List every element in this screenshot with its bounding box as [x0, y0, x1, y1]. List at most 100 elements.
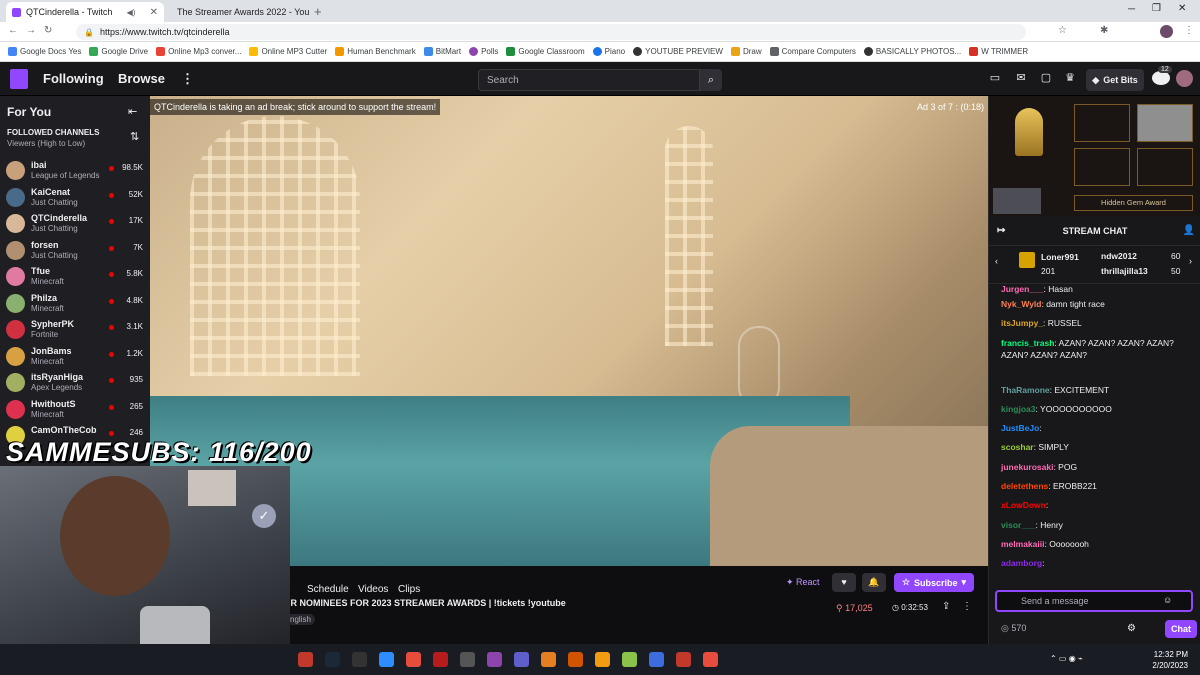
search-icon[interactable]: ⌕	[700, 69, 722, 91]
prime-icon[interactable]: ♛	[1063, 71, 1077, 85]
follow-heart-icon[interactable]: ♥	[832, 573, 856, 592]
minimize-icon[interactable]: ─	[1128, 4, 1135, 15]
sidebar-channel[interactable]: itsRyanHiga Apex Legends 935	[0, 370, 150, 396]
more-options-icon[interactable]: ⋮	[962, 601, 972, 612]
user-avatar[interactable]	[1176, 70, 1193, 87]
nav-following[interactable]: Following	[43, 71, 104, 86]
taskbar-app-icon[interactable]	[406, 652, 421, 667]
sidebar-channel[interactable]: QTCinderella Just Chatting 17K	[0, 211, 150, 237]
chat-username[interactable]: melmakaiii	[1001, 539, 1044, 549]
taskbar-app-icon[interactable]	[568, 652, 583, 667]
sidebar-channel[interactable]: Philza Minecraft 4.8K	[0, 291, 150, 317]
emote-picker-icon[interactable]: ☺	[1163, 595, 1172, 605]
maximize-icon[interactable]: ❐	[1152, 3, 1161, 14]
bookmark-star-icon[interactable]: ☆	[1058, 25, 1067, 36]
sidebar-channel[interactable]: SypherPK Fortnite 3.1K	[0, 317, 150, 343]
drops-icon[interactable]: ▭	[988, 71, 1002, 85]
bookmark-item[interactable]: Piano	[592, 47, 625, 56]
bookmark-item[interactable]: BASICALLY PHOTOS...	[863, 47, 961, 56]
notification-bell-icon[interactable]: 🔔	[862, 573, 886, 592]
forward-icon[interactable]: →	[26, 25, 36, 36]
system-tray-icons[interactable]: ⌃ ▭ ◉ ⌁	[1050, 654, 1083, 663]
chat-settings-gear-icon[interactable]: ⚙	[1127, 623, 1136, 634]
sidebar-channel[interactable]: forsen Just Chatting 7K	[0, 238, 150, 264]
taskbar-clock[interactable]: 12:32 PM 2/20/2023	[1152, 649, 1188, 671]
tab-schedule[interactable]: Schedule	[307, 584, 349, 595]
taskbar-app-icon[interactable]	[541, 652, 556, 667]
channel-points[interactable]: ◎ 570	[1001, 623, 1026, 634]
sidebar-channel[interactable]: Tfue Minecraft 5.8K	[0, 264, 150, 290]
sort-icon[interactable]: ⇅	[130, 130, 139, 143]
nav-more-icon[interactable]: ⋮	[181, 71, 194, 87]
get-bits-button[interactable]: ◆ Get Bits	[1086, 69, 1144, 91]
taskbar-app-icon[interactable]	[433, 652, 448, 667]
taskbar-app-icon[interactable]	[622, 652, 637, 667]
bookmark-item[interactable]: Google Classroom	[506, 47, 585, 56]
tab-twitch[interactable]: QTCinderella - Twitch ◀) ✕	[6, 2, 164, 22]
close-window-icon[interactable]: ✕	[1178, 3, 1186, 14]
chat-username[interactable]: francis_trash	[1001, 338, 1054, 348]
whispers-icon[interactable]: ▢	[1039, 71, 1053, 85]
bookmark-item[interactable]: Google Docs Yes	[8, 47, 81, 56]
taskbar-app-icon[interactable]	[595, 652, 610, 667]
taskbar-app-icon[interactable]	[325, 652, 340, 667]
chat-send-button[interactable]: Chat	[1165, 620, 1197, 638]
taskbar-app-icon[interactable]	[487, 652, 502, 667]
bookmark-item[interactable]: Online MP3 Cutter	[249, 47, 327, 56]
twitch-logo-icon[interactable]	[10, 69, 28, 89]
bookmark-item[interactable]: YOUTUBE PREVIEW	[633, 47, 723, 56]
language-tag[interactable]: nglish	[286, 614, 315, 625]
sidebar-channel[interactable]: KaiCenat Just Chatting 52K	[0, 185, 150, 211]
taskbar-app-icon[interactable]	[676, 652, 691, 667]
bookmark-item[interactable]: Polls	[469, 47, 498, 56]
taskbar-app-icon[interactable]	[514, 652, 529, 667]
profile-avatar[interactable]	[1160, 25, 1173, 38]
chat-username[interactable]: Jurgen___	[1001, 284, 1044, 294]
chat-username[interactable]: kingjoa3	[1001, 404, 1035, 414]
bookmark-item[interactable]: Human Benchmark	[335, 47, 416, 56]
bookmark-item[interactable]: Compare Computers	[769, 47, 856, 56]
chat-username[interactable]: junekurosaki	[1001, 462, 1053, 472]
chat-username[interactable]: deletethens	[1001, 481, 1048, 491]
bookmark-item[interactable]: Draw	[730, 47, 762, 56]
chat-username[interactable]: scoshar	[1001, 442, 1034, 452]
sidebar-channel[interactable]: ibai League of Legends 98.5K	[0, 158, 150, 184]
chat-username[interactable]: ThaRamone	[1001, 385, 1050, 395]
notifications-icon[interactable]	[1152, 71, 1170, 85]
taskbar-app-icon[interactable]	[703, 652, 718, 667]
back-icon[interactable]: ←	[8, 25, 18, 36]
speaker-icon[interactable]: ◀)	[127, 8, 136, 17]
collapse-sidebar-icon[interactable]: ⇤	[128, 105, 137, 118]
react-button[interactable]: ✦ React	[786, 577, 820, 588]
subscribe-button[interactable]: ☆ Subscribe ▾	[894, 573, 974, 592]
url-field[interactable]: 🔒 https://www.twitch.tv/qtcinderella	[76, 24, 1026, 40]
tab-clips[interactable]: Clips	[398, 584, 420, 595]
chevron-left-icon[interactable]: ‹	[995, 256, 998, 266]
chat-username[interactable]: Nyk_Wyld	[1001, 299, 1041, 309]
chat-username[interactable]: adamborg	[1001, 558, 1042, 568]
tab-videos[interactable]: Videos	[358, 584, 388, 595]
bookmark-item[interactable]: W TRIMMER	[969, 47, 1028, 56]
taskbar-app-icon[interactable]	[298, 652, 313, 667]
taskbar-app-icon[interactable]	[649, 652, 664, 667]
chat-username[interactable]: xLowDown	[1001, 500, 1046, 510]
reload-icon[interactable]: ↻	[44, 25, 52, 36]
chevron-right-icon[interactable]: ›	[1189, 256, 1192, 266]
inbox-icon[interactable]: ✉	[1014, 71, 1028, 85]
extensions-icon[interactable]: ✱	[1100, 25, 1108, 36]
taskbar-app-icon[interactable]	[352, 652, 367, 667]
bookmark-item[interactable]: Online Mp3 conver...	[156, 47, 241, 56]
sidebar-channel[interactable]: JonBams Minecraft 1.2K	[0, 344, 150, 370]
collapse-chat-icon[interactable]: ↦	[997, 216, 1005, 246]
sidebar-channel[interactable]: HwithoutS Minecraft 265	[0, 397, 150, 423]
search-input[interactable]: Search	[478, 69, 700, 91]
bookmark-item[interactable]: BitMart	[423, 47, 461, 56]
bookmark-item[interactable]: Google Drive	[89, 47, 148, 56]
taskbar-app-icon[interactable]	[460, 652, 475, 667]
nav-browse[interactable]: Browse	[118, 71, 165, 86]
chat-username[interactable]: itsJumpy_	[1001, 318, 1043, 328]
tab-youtube[interactable]: The Streamer Awards 2022 - You ✕	[166, 2, 314, 22]
new-tab-icon[interactable]: +	[314, 4, 322, 19]
menu-kebab-icon[interactable]: ⋮	[1184, 25, 1194, 36]
close-tab-icon[interactable]: ✕	[150, 7, 158, 18]
